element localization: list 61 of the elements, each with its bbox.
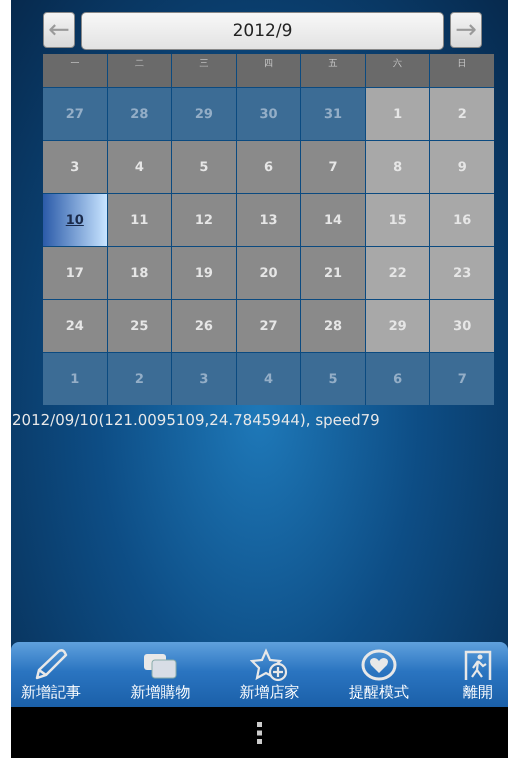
overflow-menu-icon[interactable]	[257, 722, 262, 744]
day-cell[interactable]: 6	[236, 141, 300, 193]
day-cell[interactable]: 29	[172, 88, 236, 140]
location-status-text: 2012/09/10(121.0095109,24.7845944), speed79	[11, 410, 381, 429]
day-cell[interactable]: 4	[236, 353, 300, 405]
heart-circle-icon	[358, 648, 399, 682]
day-cell[interactable]: 10	[43, 194, 107, 246]
day-cell[interactable]: 5	[172, 141, 236, 193]
day-cell[interactable]: 4	[108, 141, 172, 193]
day-cell[interactable]: 22	[366, 247, 430, 299]
weekday-header: 日	[430, 54, 494, 87]
weekday-header: 一	[43, 54, 107, 87]
day-cell[interactable]: 6	[366, 353, 430, 405]
weekday-header: 三	[172, 54, 236, 87]
day-cell[interactable]: 14	[301, 194, 365, 246]
day-cell[interactable]: 31	[301, 88, 365, 140]
weekday-header: 六	[366, 54, 430, 87]
weekday-header: 四	[236, 54, 300, 87]
day-cell[interactable]: 27	[236, 300, 300, 352]
day-cell[interactable]: 3	[43, 141, 107, 193]
toolbar-button[interactable]: 離開	[452, 642, 504, 707]
day-cell[interactable]: 2	[108, 353, 172, 405]
day-cell[interactable]: 25	[108, 300, 172, 352]
day-cell[interactable]: 30	[430, 300, 494, 352]
weekday-header: 五	[301, 54, 365, 87]
day-cell[interactable]: 1	[366, 88, 430, 140]
month-title: 2012/9	[81, 12, 444, 50]
toolbar-button[interactable]: 新增店家	[234, 642, 306, 707]
day-cell[interactable]: 30	[236, 88, 300, 140]
day-cell[interactable]: 3	[172, 353, 236, 405]
day-cell[interactable]: 11	[108, 194, 172, 246]
day-cell[interactable]: 15	[366, 194, 430, 246]
day-cell[interactable]: 26	[172, 300, 236, 352]
day-cell[interactable]: 18	[108, 247, 172, 299]
day-cell[interactable]: 1	[43, 353, 107, 405]
day-cell[interactable]: 8	[366, 141, 430, 193]
day-cell[interactable]: 19	[172, 247, 236, 299]
next-month-button[interactable]: →	[450, 12, 482, 48]
day-cell[interactable]: 21	[301, 247, 365, 299]
day-cell[interactable]: 28	[108, 88, 172, 140]
toolbar-button[interactable]: 新增購物	[124, 642, 196, 707]
day-cell[interactable]: 13	[236, 194, 300, 246]
day-cell[interactable]: 12	[172, 194, 236, 246]
day-cell[interactable]: 27	[43, 88, 107, 140]
day-cell[interactable]: 28	[301, 300, 365, 352]
day-cell[interactable]: 7	[430, 353, 494, 405]
toolbar-button[interactable]: 提醒模式	[342, 642, 415, 707]
toolbar-button[interactable]: 新增記事	[15, 642, 87, 707]
star-plus-icon	[250, 648, 290, 682]
day-cell[interactable]: 23	[430, 247, 494, 299]
day-cell[interactable]: 17	[43, 247, 107, 299]
day-cell[interactable]: 29	[366, 300, 430, 352]
weekday-header: 二	[108, 54, 172, 87]
day-cell[interactable]: 2	[430, 88, 494, 140]
day-cell[interactable]: 20	[236, 247, 300, 299]
previous-month-button[interactable]: ←	[43, 12, 75, 48]
day-cell[interactable]: 5	[301, 353, 365, 405]
day-cell[interactable]: 9	[430, 141, 494, 193]
day-cell[interactable]: 7	[301, 141, 365, 193]
day-cell[interactable]: 24	[43, 300, 107, 352]
day-cell[interactable]: 16	[430, 194, 494, 246]
